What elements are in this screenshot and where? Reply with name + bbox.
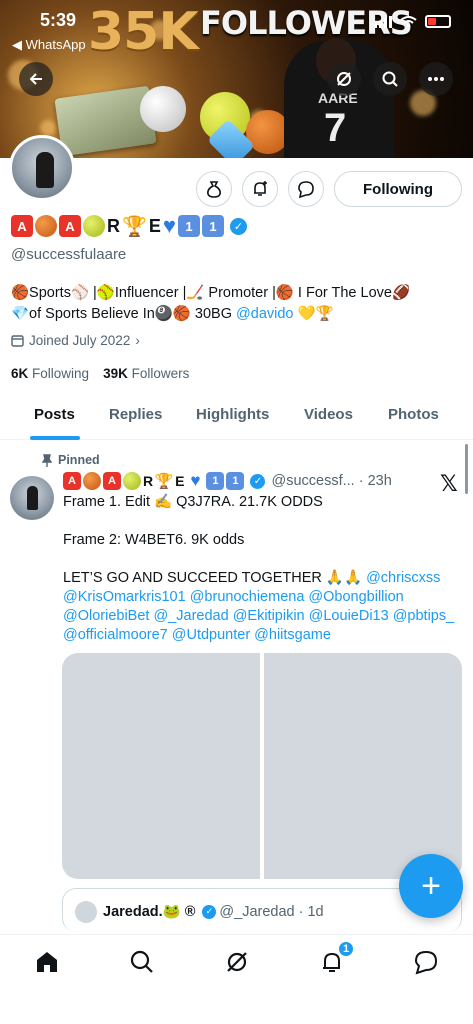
grok-button[interactable] [327, 62, 361, 96]
number-one-emoji: 1 [206, 472, 225, 490]
bio-mention-link[interactable]: @davido [236, 306, 293, 322]
profile-handle: @successfulaare [11, 246, 127, 263]
post-handle-time: @successf... · 23h [271, 473, 392, 489]
following-stat[interactable]: 6K Following [11, 366, 89, 381]
grok-icon [337, 72, 351, 86]
quote-author: Jaredad.🐸 ® ✓ @_Jaredad · 1d [103, 903, 324, 921]
author-suffix: E [175, 473, 185, 489]
number-one-emoji: 1 [226, 472, 245, 490]
post-body[interactable]: Frame 1. Edit ✍️ Q3J7RA. 21.7K ODDS Fram… [63, 493, 463, 645]
wifi-icon [400, 15, 417, 28]
post-author[interactable]: A A R 🏆 E ♥ 1 1 ✓ @successf... · 23h [63, 471, 392, 490]
search-button[interactable] [373, 62, 407, 96]
back-arrow-icon [29, 73, 42, 85]
joined-date[interactable]: Joined July 2022 › [11, 333, 140, 348]
blue-heart-emoji: ♥ [162, 213, 176, 238]
verified-badge-icon: ✓ [250, 473, 266, 489]
verified-badge-icon[interactable]: ✓ [229, 217, 247, 235]
money-stack-image [54, 85, 157, 157]
back-to-whatsapp[interactable]: ◀ WhatsApp [12, 37, 86, 53]
post-line-3: LET’S GO AND SUCCEED TOGETHER 🙏🙏 @chrisc… [63, 570, 455, 643]
profile-bio: 🏀Sports⚾️ |🥎Influencer |🏒 Promoter |🏀 I … [11, 283, 466, 325]
post-avatar[interactable] [10, 476, 54, 520]
scrollbar[interactable] [465, 444, 468, 494]
blue-heart-emoji: ♥ [190, 471, 201, 490]
letter-a-emoji: A [63, 472, 81, 490]
display-name-suffix: E [148, 215, 161, 236]
message-icon [414, 950, 438, 975]
pin-icon [42, 453, 52, 467]
message-button[interactable] [288, 171, 324, 207]
number-one-emoji: 1 [177, 215, 200, 237]
bio-line-1: 🏀Sports⚾️ |🥎Influencer |🏒 Promoter |🏀 I … [11, 285, 411, 301]
search-icon [130, 950, 153, 973]
tab-highlights[interactable]: Highlights [196, 406, 269, 423]
chevron-right-icon: › [135, 333, 140, 348]
bio-line-2: 💎of Sports Believe In🎱🏀 30BG @davido 💛🏆 [11, 306, 334, 322]
notify-button[interactable] [242, 171, 278, 207]
basketball-emoji [83, 472, 101, 490]
notifications-badge: 1 [337, 940, 355, 958]
media-image-1[interactable] [62, 653, 260, 879]
banner-headline-number: 35K [88, 2, 199, 62]
money-bag-icon [207, 181, 221, 198]
compose-button[interactable]: + [399, 854, 463, 918]
number-one-emoji: 1 [201, 215, 224, 237]
post-line-2: Frame 2: W4BET6. 9K odds [63, 532, 245, 548]
nav-home[interactable] [32, 947, 62, 977]
soccer-ball-image [140, 86, 186, 132]
grok-icon [227, 952, 247, 972]
status-time: 5:39 [40, 10, 77, 30]
nav-grok[interactable] [222, 947, 252, 977]
signal-icon [374, 15, 392, 28]
nav-search[interactable] [127, 947, 157, 977]
softball-emoji [83, 215, 105, 237]
jersey-number: 7 [324, 106, 347, 150]
message-icon [298, 181, 314, 198]
status-icons [374, 15, 451, 28]
tab-posts[interactable]: Posts [34, 406, 75, 423]
pinned-label: Pinned [42, 453, 100, 467]
tab-videos[interactable]: Videos [304, 406, 353, 423]
more-icon [428, 77, 444, 81]
verified-badge-icon: ✓ [202, 904, 217, 919]
letter-a-emoji: A [103, 472, 121, 490]
registered-emoji: R [143, 473, 154, 489]
post-line-1: Frame 1. Edit ✍️ Q3J7RA. 21.7K ODDS [63, 494, 323, 510]
calendar-icon [11, 335, 24, 347]
profile-tabs: Posts Replies Highlights Videos Photos [0, 393, 473, 440]
active-tab-indicator [30, 436, 80, 440]
trophy-emoji: 🏆 [122, 215, 147, 238]
more-button[interactable] [419, 62, 453, 96]
media-image-2[interactable] [264, 653, 462, 879]
back-button[interactable] [19, 62, 53, 96]
tab-photos[interactable]: Photos [388, 406, 439, 423]
nav-messages[interactable] [411, 947, 441, 977]
quote-avatar [75, 901, 97, 923]
display-name: A A R 🏆 E ♥ 1 1 ✓ [11, 213, 247, 238]
registered-emoji: R [107, 215, 120, 236]
battery-icon [425, 15, 451, 28]
search-icon [382, 71, 398, 87]
following-button[interactable]: Following [334, 171, 462, 207]
letter-a-emoji: A [59, 215, 81, 237]
softball-emoji [123, 472, 141, 490]
post-media[interactable] [62, 653, 462, 879]
basketball-emoji [35, 215, 57, 237]
trophy-emoji: 🏆 [154, 473, 174, 490]
tip-button[interactable] [196, 171, 232, 207]
follow-stats: 6K Following 39K Followers [11, 366, 189, 381]
home-icon [37, 952, 57, 972]
letter-a-emoji: A [11, 215, 33, 237]
bell-plus-icon [254, 181, 267, 196]
profile-avatar[interactable] [9, 135, 75, 201]
followers-stat[interactable]: 39K Followers [103, 366, 189, 381]
bottom-navigation: 1 [0, 934, 473, 1024]
tab-replies[interactable]: Replies [109, 406, 162, 423]
